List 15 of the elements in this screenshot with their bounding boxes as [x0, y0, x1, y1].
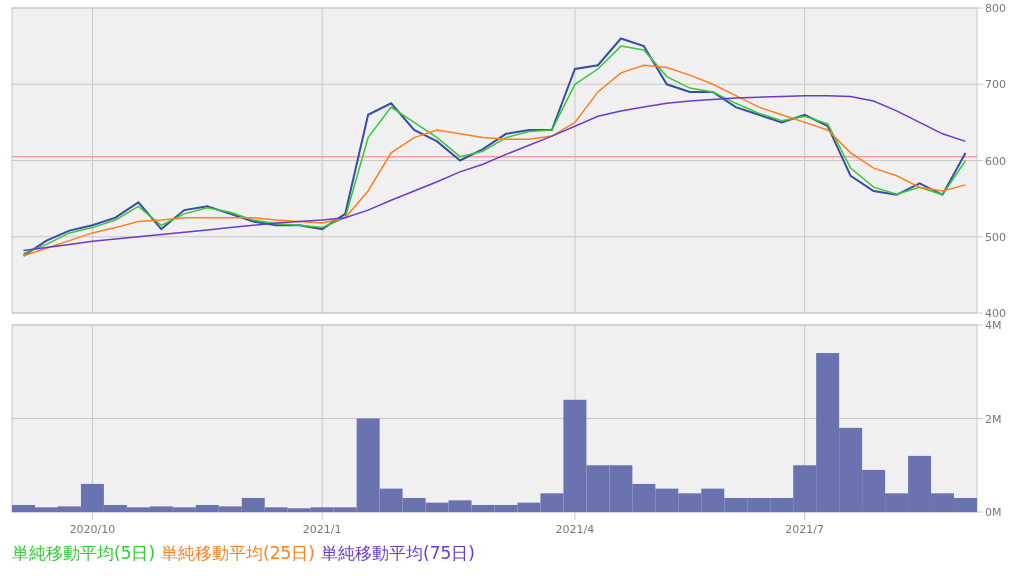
axis-label: 2M [985, 412, 1002, 426]
axis-label: 0M [985, 506, 1002, 519]
axis-label: 500 [985, 230, 1006, 244]
legend-label: 単純移動平均(5日) [12, 542, 156, 565]
axis-label: 2021/4 [555, 523, 595, 536]
axis-label: 800 [985, 2, 1006, 15]
axis-label: 2021/7 [785, 523, 825, 536]
axis-label: 2021/1 [302, 523, 342, 536]
axis-label: 600 [985, 154, 1006, 168]
axis-label: 4M [985, 319, 1002, 332]
axis-label: 2020/10 [69, 523, 116, 536]
axis-label: 400 [985, 307, 1006, 318]
legend-label: 単純移動平均(25日) [161, 542, 315, 565]
legend-label: 単純移動平均(75日) [321, 542, 475, 565]
axis-label: 700 [985, 78, 1006, 92]
